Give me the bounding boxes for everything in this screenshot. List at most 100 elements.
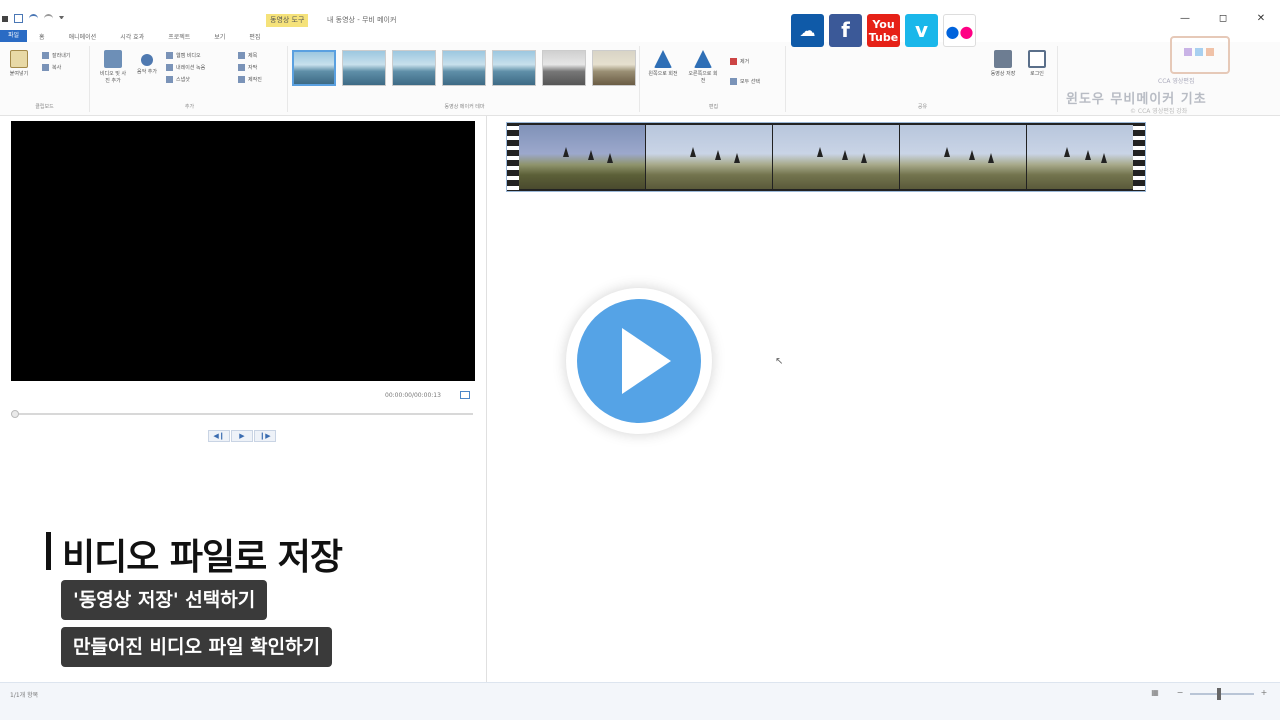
rotate-right-label: 오른쪽으로 회전 bbox=[688, 71, 718, 84]
next-frame-button[interactable]: ❙▶ bbox=[254, 430, 276, 442]
snapshot-button[interactable]: 스냅샷 bbox=[166, 76, 190, 83]
previous-frame-button[interactable]: ◀❙ bbox=[208, 430, 230, 442]
camera-icon bbox=[166, 76, 173, 83]
film-sprockets-right bbox=[1133, 123, 1145, 191]
share-services: ☁ f You Tube v ●● bbox=[791, 14, 976, 47]
tab-edit[interactable]: 편집 bbox=[237, 32, 272, 41]
clip-frame bbox=[773, 125, 899, 189]
zoom-out-icon[interactable]: − bbox=[1175, 688, 1185, 698]
minimize-button[interactable]: — bbox=[1166, 10, 1204, 28]
webcam-label: 웹캠 비디오 bbox=[176, 53, 201, 59]
zoom-slider[interactable] bbox=[1190, 693, 1254, 695]
paste-button[interactable]: 붙여넣기 bbox=[4, 50, 34, 78]
theme-tile[interactable] bbox=[492, 50, 536, 86]
maximize-button[interactable]: ◻ bbox=[1204, 10, 1242, 28]
flickr-icon[interactable]: ●● bbox=[943, 14, 976, 47]
seek-thumb[interactable] bbox=[11, 410, 19, 418]
add-video-photo-button[interactable]: 비디오 및 사진 추가 bbox=[98, 50, 128, 85]
onedrive-icon[interactable]: ☁ bbox=[791, 14, 824, 47]
remove-label: 제거 bbox=[740, 59, 750, 65]
themes-group-label: 동영상 메이커 테마 bbox=[444, 104, 485, 110]
scissors-icon bbox=[42, 52, 49, 59]
bird-silhouette bbox=[988, 153, 995, 163]
theme-tile[interactable] bbox=[392, 50, 436, 86]
edit-group-label: 편집 bbox=[708, 104, 719, 110]
time-readout: 00:00:00/00:00:13 bbox=[385, 392, 441, 399]
webcam-button[interactable]: 웹캠 비디오 bbox=[166, 52, 201, 59]
youtube-icon[interactable]: You Tube bbox=[867, 14, 900, 47]
theme-tile[interactable] bbox=[292, 50, 336, 86]
tab-visual-effects[interactable]: 시각 효과 bbox=[108, 32, 156, 41]
fullscreen-button[interactable] bbox=[460, 391, 470, 399]
add-music-label: 음악 추가 bbox=[137, 69, 157, 75]
undo-icon[interactable] bbox=[29, 14, 38, 23]
remove-icon bbox=[730, 58, 737, 65]
vimeo-icon[interactable]: v bbox=[905, 14, 938, 47]
rotate-left-button[interactable]: 왼쪽으로 회전 bbox=[648, 50, 678, 78]
redo-icon[interactable] bbox=[44, 14, 53, 23]
theme-tile[interactable] bbox=[592, 50, 636, 86]
narration-label: 내레이션 녹음 bbox=[176, 65, 206, 71]
title-button[interactable]: 제목 bbox=[238, 52, 257, 59]
cut-label: 잘라내기 bbox=[52, 53, 71, 59]
add-music-button[interactable]: 음악 추가 bbox=[132, 50, 162, 76]
edit-group: 왼쪽으로 회전 오른쪽으로 회전 제거 모두 선택 편집 bbox=[642, 46, 786, 112]
close-button[interactable]: ✕ bbox=[1242, 10, 1280, 28]
bird-silhouette bbox=[861, 153, 868, 163]
select-all-button[interactable]: 모두 선택 bbox=[730, 78, 760, 85]
credits-button[interactable]: 제작진 bbox=[238, 76, 262, 83]
remove-button[interactable]: 제거 bbox=[730, 58, 749, 65]
copy-label: 복사 bbox=[52, 65, 62, 71]
bird-silhouette bbox=[715, 150, 722, 160]
video-preview[interactable] bbox=[11, 121, 475, 381]
cut-button[interactable]: 잘라내기 bbox=[42, 52, 70, 59]
window-controls: — ◻ ✕ bbox=[1166, 10, 1280, 28]
sign-in-button[interactable]: 로그인 bbox=[1022, 50, 1052, 78]
theme-tile[interactable] bbox=[542, 50, 586, 86]
theme-tile[interactable] bbox=[342, 50, 386, 86]
bird-silhouette bbox=[842, 150, 849, 160]
copy-button[interactable]: 복사 bbox=[42, 64, 61, 71]
rotate-right-icon bbox=[694, 50, 712, 68]
tab-view[interactable]: 보기 bbox=[202, 32, 237, 41]
caption-step-2: 만들어진 비디오 파일 확인하기 bbox=[61, 627, 333, 667]
clip-frame bbox=[1027, 125, 1133, 189]
tab-home[interactable]: 홈 bbox=[27, 32, 57, 41]
tab-file[interactable]: 파일 bbox=[0, 30, 28, 42]
save-icon[interactable] bbox=[14, 14, 23, 23]
rotate-left-label: 왼쪽으로 회전 bbox=[648, 71, 678, 77]
seek-bar[interactable] bbox=[11, 413, 473, 415]
zoom-in-icon[interactable]: + bbox=[1259, 688, 1269, 698]
snapshot-label: 스냅샷 bbox=[176, 77, 190, 83]
film-sprockets-left bbox=[507, 123, 519, 191]
playback-controls: ◀❙ ▶ ❙▶ bbox=[208, 430, 276, 442]
clipboard-group: 붙여넣기 잘라내기 복사 클립보드 bbox=[0, 46, 90, 112]
narration-button[interactable]: 내레이션 녹음 bbox=[166, 64, 205, 71]
tab-project[interactable]: 프로젝트 bbox=[156, 32, 202, 41]
rotate-right-button[interactable]: 오른쪽으로 회전 bbox=[688, 50, 718, 85]
tab-animations[interactable]: 애니메이션 bbox=[57, 32, 109, 41]
bird-silhouette bbox=[563, 147, 570, 157]
title-label: 제목 bbox=[248, 53, 258, 59]
caption-button[interactable]: 자막 bbox=[238, 64, 257, 71]
video-clip[interactable] bbox=[506, 122, 1146, 192]
add-group-label: 추가 bbox=[184, 104, 195, 110]
film-icon bbox=[104, 50, 122, 68]
paste-icon bbox=[10, 50, 28, 68]
app-menu-icon[interactable] bbox=[2, 15, 8, 22]
channel-logo-blocks bbox=[1184, 48, 1214, 56]
theme-tile[interactable] bbox=[442, 50, 486, 86]
add-video-label: 비디오 및 사진 추가 bbox=[99, 71, 127, 84]
storyboard-view-icon[interactable]: ▦ bbox=[1150, 688, 1160, 698]
save-movie-button[interactable]: 동영상 저장 bbox=[988, 50, 1018, 78]
zoom-slider-thumb[interactable] bbox=[1217, 688, 1221, 700]
music-note-icon bbox=[141, 54, 153, 66]
bird-silhouette bbox=[734, 153, 741, 163]
qat-dropdown-icon[interactable] bbox=[59, 16, 64, 21]
facebook-icon[interactable]: f bbox=[829, 14, 862, 47]
caption-accent-bar bbox=[46, 532, 51, 570]
play-button[interactable]: ▶ bbox=[231, 430, 253, 442]
title-icon bbox=[238, 52, 245, 59]
watermark-line1: CCA 영상편집 bbox=[1158, 78, 1195, 85]
bird-silhouette bbox=[1064, 147, 1071, 157]
